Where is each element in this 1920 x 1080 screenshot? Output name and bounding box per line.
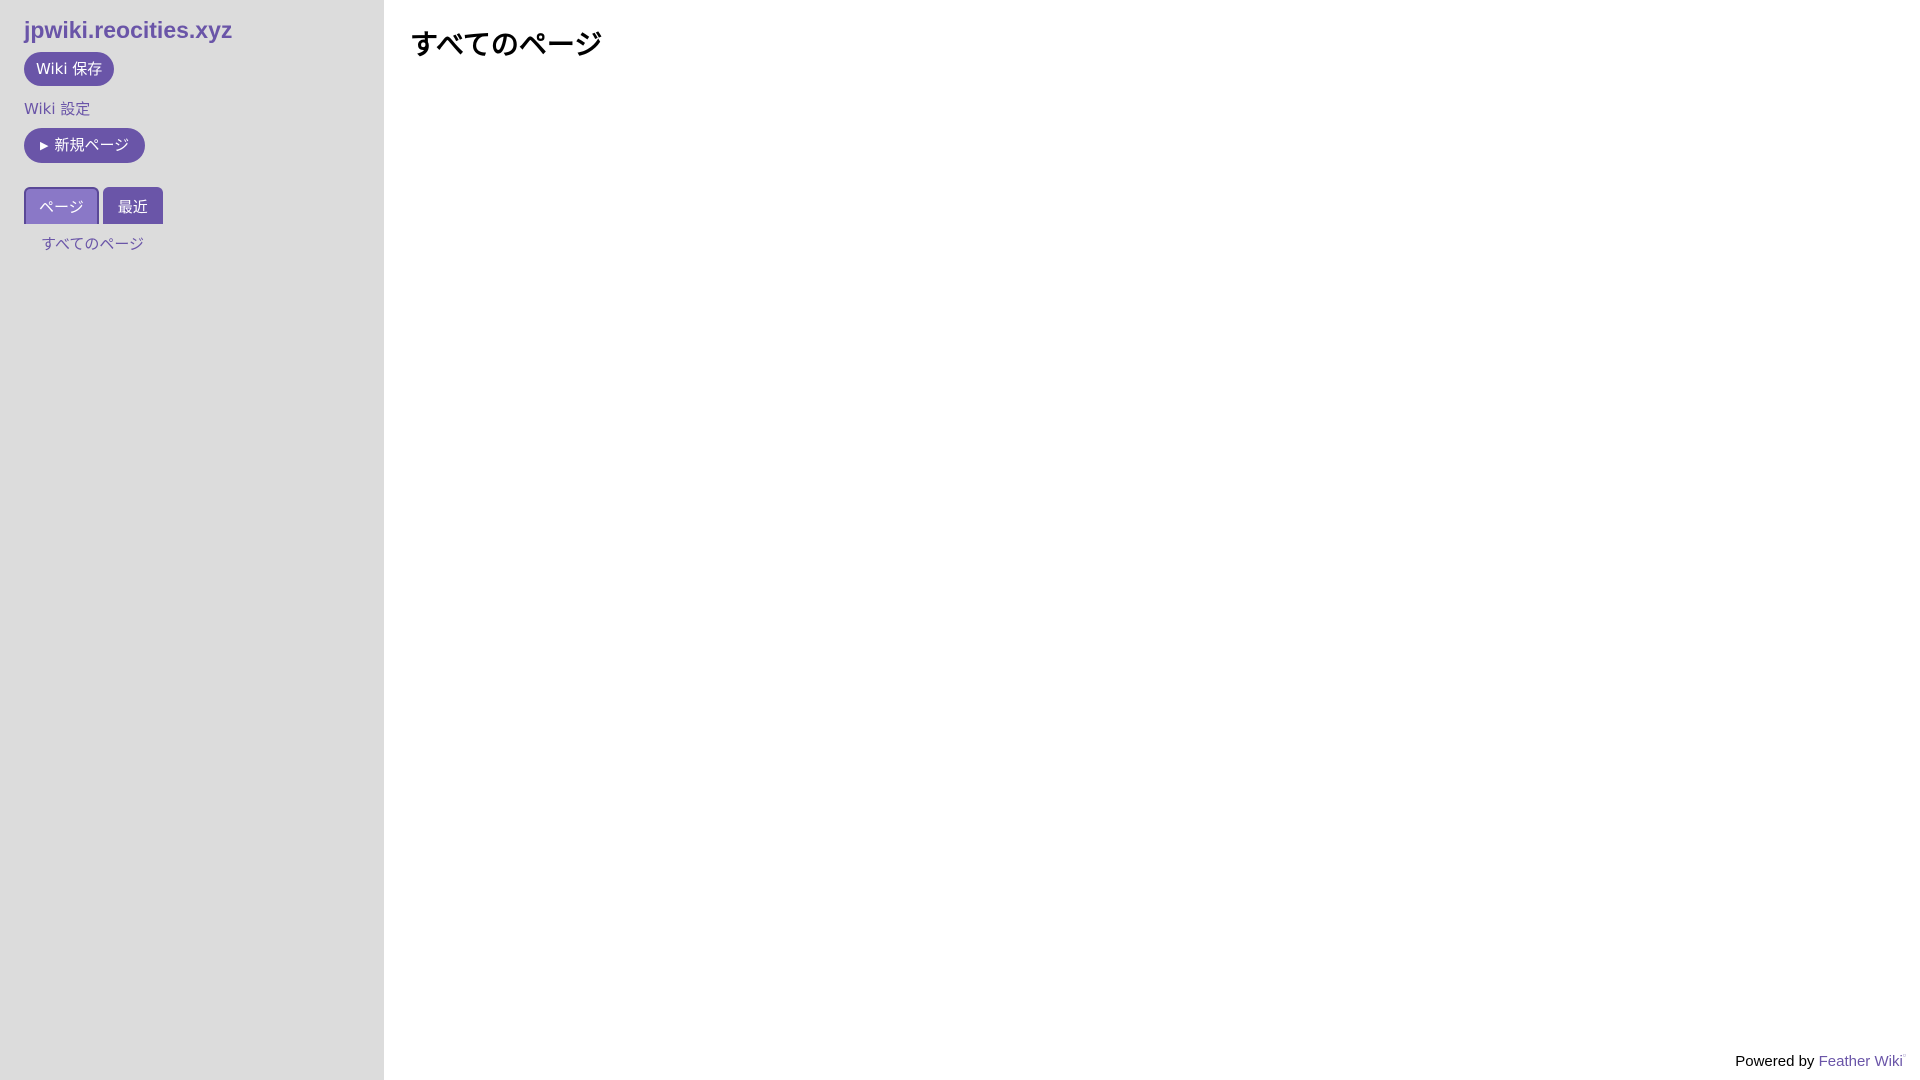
footer-prefix: Powered by — [1735, 1053, 1815, 1070]
feather-wiki-link[interactable]: Feather Wiki — [1819, 1053, 1903, 1070]
site-title-link[interactable]: jpwiki.reocities.xyz — [24, 14, 360, 46]
main-content: すべてのページ Powered by Feather Wiki▫ — [384, 0, 1920, 1080]
app-root: jpwiki.reocities.xyz Wiki 保存 Wiki 設定 ▶ 新規… — [0, 0, 1920, 1080]
page-list: すべてのページ — [24, 234, 360, 254]
sidebar: jpwiki.reocities.xyz Wiki 保存 Wiki 設定 ▶ 新規… — [0, 0, 384, 1080]
list-item: すべてのページ — [41, 234, 360, 254]
external-link-icon: ▫ — [1902, 1050, 1906, 1060]
new-page-button[interactable]: ▶ 新規ページ — [24, 128, 146, 163]
save-wiki-button[interactable]: Wiki 保存 — [24, 52, 115, 86]
triangle-right-icon: ▶ — [40, 139, 49, 152]
sidebar-tabs: ページ 最近 — [24, 187, 360, 224]
tab-pages[interactable]: ページ — [24, 187, 99, 224]
new-page-label: 新規ページ — [54, 136, 130, 154]
footer: Powered by Feather Wiki▫ — [1735, 1045, 1906, 1072]
page-link-all-pages[interactable]: すべてのページ — [41, 235, 144, 253]
page-title: すべてのページ — [410, 28, 603, 61]
wiki-settings-link[interactable]: Wiki 設定 — [24, 99, 360, 119]
tab-recent[interactable]: 最近 — [102, 187, 163, 224]
